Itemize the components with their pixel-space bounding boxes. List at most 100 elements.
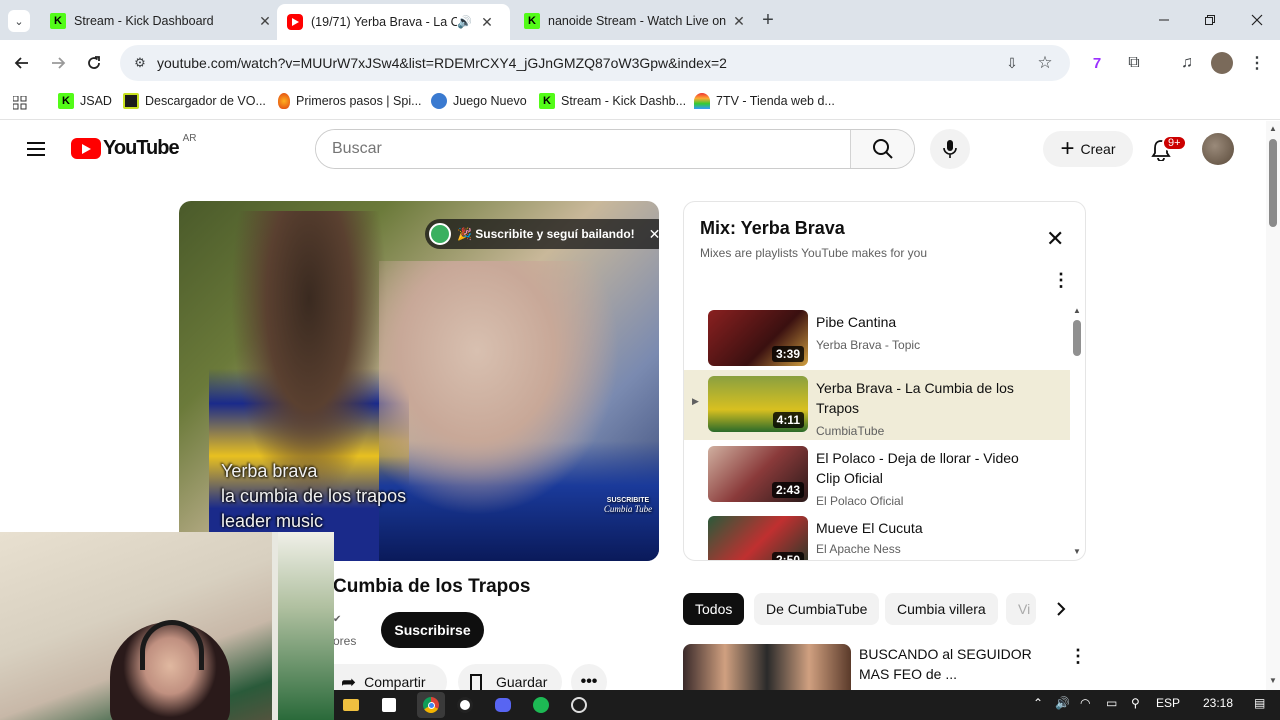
page-scrollbar[interactable]: ▲ ▼ [1266, 121, 1280, 690]
site-info-icon[interactable]: ⚙ [130, 53, 150, 73]
video-thumbnail[interactable]: 4:11 [708, 376, 808, 432]
discord-icon[interactable] [493, 695, 513, 715]
restore-window-icon[interactable] [1198, 8, 1222, 32]
chrome-icon[interactable] [417, 692, 445, 718]
close-tab-icon[interactable]: ✕ [255, 13, 275, 30]
browser-app-icon[interactable] [569, 695, 589, 715]
video-more-icon[interactable]: ⋮ [1069, 646, 1086, 667]
account-avatar[interactable] [1202, 133, 1234, 165]
plus-icon: + [1060, 135, 1075, 162]
forward-arrow-icon[interactable] [46, 51, 70, 75]
bookmark-7tv[interactable]: 7TV - Tienda web d... [694, 93, 835, 109]
playlist-title[interactable]: Mix: Yerba Brava [700, 218, 845, 239]
chips-next-arrow-icon[interactable] [1046, 594, 1076, 624]
youtube-header: YouTube AR +Crear 9+ [0, 121, 1266, 177]
extension-7tv-icon[interactable]: 7 [1085, 51, 1109, 75]
bookmark-juego-nuevo[interactable]: Juego Nuevo [431, 93, 527, 109]
chip-vi[interactable]: Vi [1006, 593, 1036, 625]
close-banner-icon[interactable]: ✕ [649, 226, 659, 243]
close-tab-icon[interactable]: ✕ [729, 13, 749, 30]
video-thumbnail[interactable]: 2:43 [708, 446, 808, 502]
flame-icon [278, 93, 290, 109]
wifi-icon[interactable]: ◠ [1080, 696, 1090, 710]
scroll-thumb[interactable] [1269, 139, 1277, 227]
usb-icon[interactable]: ⚲ [1131, 696, 1140, 710]
url-text[interactable]: youtube.com/watch?v=MUUrW7xJSw4&list=RDE… [157, 55, 727, 71]
youtube-logo[interactable]: YouTube AR [71, 133, 196, 160]
chip-cumbia-villera[interactable]: Cumbia villera [885, 593, 998, 625]
bookmark-star-icon[interactable]: ☆ [1035, 53, 1055, 73]
subscribe-button[interactable]: Suscribirse [381, 612, 484, 648]
media-controls-icon[interactable]: ♫ [1175, 51, 1199, 75]
bookmark-primeros-pasos[interactable]: Primeros pasos | Spi... [278, 93, 422, 109]
video-player[interactable]: 🎉 Suscribite y seguí bailando! ✕ Yerba b… [179, 201, 659, 561]
spotify-icon[interactable] [531, 695, 551, 715]
chip-todos[interactable]: Todos [683, 593, 745, 625]
voice-search-button[interactable] [930, 129, 970, 169]
tab-kick-dashboard[interactable]: K Stream - Kick Dashboard ✕ [40, 6, 275, 36]
close-tab-icon[interactable]: ✕ [477, 14, 497, 31]
scroll-down-arrow-icon[interactable]: ▼ [1269, 676, 1277, 685]
close-playlist-icon[interactable]: ✕ [1046, 226, 1064, 252]
playlist-scrollbar[interactable]: ▲ ▼ [1070, 306, 1085, 560]
subscribe-overlay-banner[interactable]: 🎉 Suscribite y seguí bailando! ✕ [425, 219, 659, 249]
notification-count-badge: 9+ [1162, 135, 1187, 151]
tray-overflow-icon[interactable]: ⌃ [1033, 696, 1043, 710]
playlist-item[interactable]: 2:50 Mueve El Cucuta El Apache Ness [684, 510, 1070, 560]
speaker-icon[interactable]: 🔊 [457, 15, 477, 29]
duration-badge: 4:11 [772, 412, 804, 428]
kick-icon: K [50, 13, 66, 29]
scroll-down-arrow-icon[interactable]: ▼ [1073, 547, 1081, 556]
duration-badge: 2:43 [771, 482, 804, 498]
kick-icon: K [58, 93, 74, 109]
back-arrow-icon[interactable] [10, 51, 34, 75]
search-button[interactable] [850, 130, 914, 168]
address-bar[interactable]: ⚙ youtube.com/watch?v=MUUrW7xJSw4&list=R… [120, 45, 1070, 81]
browser-menu-icon[interactable]: ⋮ [1245, 51, 1269, 75]
reload-icon[interactable] [82, 51, 106, 75]
language-indicator[interactable]: ESP [1156, 696, 1180, 710]
install-app-icon[interactable]: ⇩ [1002, 53, 1022, 73]
close-window-icon[interactable] [1245, 8, 1269, 32]
bookmark-jsad[interactable]: K JSAD [58, 93, 112, 109]
profile-avatar[interactable] [1211, 52, 1233, 74]
clock[interactable]: 23:18 [1203, 696, 1233, 710]
search-input[interactable] [316, 130, 850, 168]
playlist-more-icon[interactable]: ⋮ [1052, 270, 1070, 291]
obs-icon[interactable] [455, 695, 475, 715]
playlist-item-active[interactable]: ▶ 4:11 Yerba Brava - La Cumbia de los Tr… [684, 370, 1070, 440]
hamburger-menu-icon[interactable] [24, 137, 48, 161]
scroll-thumb[interactable] [1073, 320, 1081, 356]
chip-de-cumbiatube[interactable]: De CumbiaTube [754, 593, 880, 625]
channel-watermark[interactable]: SUSCRIBITE Cumbia Tube [603, 497, 653, 514]
scroll-up-arrow-icon[interactable]: ▲ [1269, 124, 1277, 133]
playlist-item[interactable]: 2:43 El Polaco - Deja de llorar - Video … [684, 440, 1070, 510]
search-box [315, 129, 915, 169]
bookmark-descargador[interactable]: Descargador de VO... [123, 93, 266, 109]
tab-search-chevron-icon[interactable]: ⌄ [8, 10, 30, 32]
battery-icon[interactable]: ▭ [1106, 696, 1117, 710]
playlist-item[interactable]: 3:39 Pibe Cantina Yerba Brava - Topic [684, 306, 1070, 372]
file-explorer-icon[interactable] [341, 695, 361, 715]
video-caption: Yerba brava la cumbia de los trapos lead… [221, 461, 407, 531]
tab-youtube[interactable]: (19/71) Yerba Brava - La Cumbia de los T… [277, 4, 510, 40]
volume-icon[interactable]: 🔊 [1055, 696, 1070, 710]
notifications-center-icon[interactable]: ▤ [1254, 696, 1265, 710]
recommended-video[interactable]: BUSCANDO al SEGUIDOR MAS FEO de ... ⋮ [683, 644, 1086, 690]
tab-kick-stream[interactable]: K nanoide Stream - Watch Live on Kick ✕ [514, 6, 749, 36]
video-thumbnail[interactable] [683, 644, 851, 690]
kick-icon: K [524, 13, 540, 29]
webcam-window-frame [272, 532, 334, 720]
youtube-play-icon [71, 138, 101, 159]
minimize-window-icon[interactable] [1152, 8, 1176, 32]
apps-grid-icon[interactable] [10, 93, 30, 113]
video-thumbnail[interactable]: 3:39 [708, 310, 808, 366]
bookmark-kick-dashboard[interactable]: K Stream - Kick Dashb... [539, 93, 686, 109]
microsoft-store-icon[interactable] [379, 695, 399, 715]
scroll-up-arrow-icon[interactable]: ▲ [1073, 306, 1081, 315]
rainbow-icon [694, 93, 710, 109]
video-thumbnail[interactable]: 2:50 [708, 516, 808, 560]
create-button[interactable]: + Crear [1043, 131, 1133, 167]
extensions-puzzle-icon[interactable]: ⧉ [1122, 51, 1146, 75]
new-tab-button[interactable]: + [756, 8, 780, 32]
